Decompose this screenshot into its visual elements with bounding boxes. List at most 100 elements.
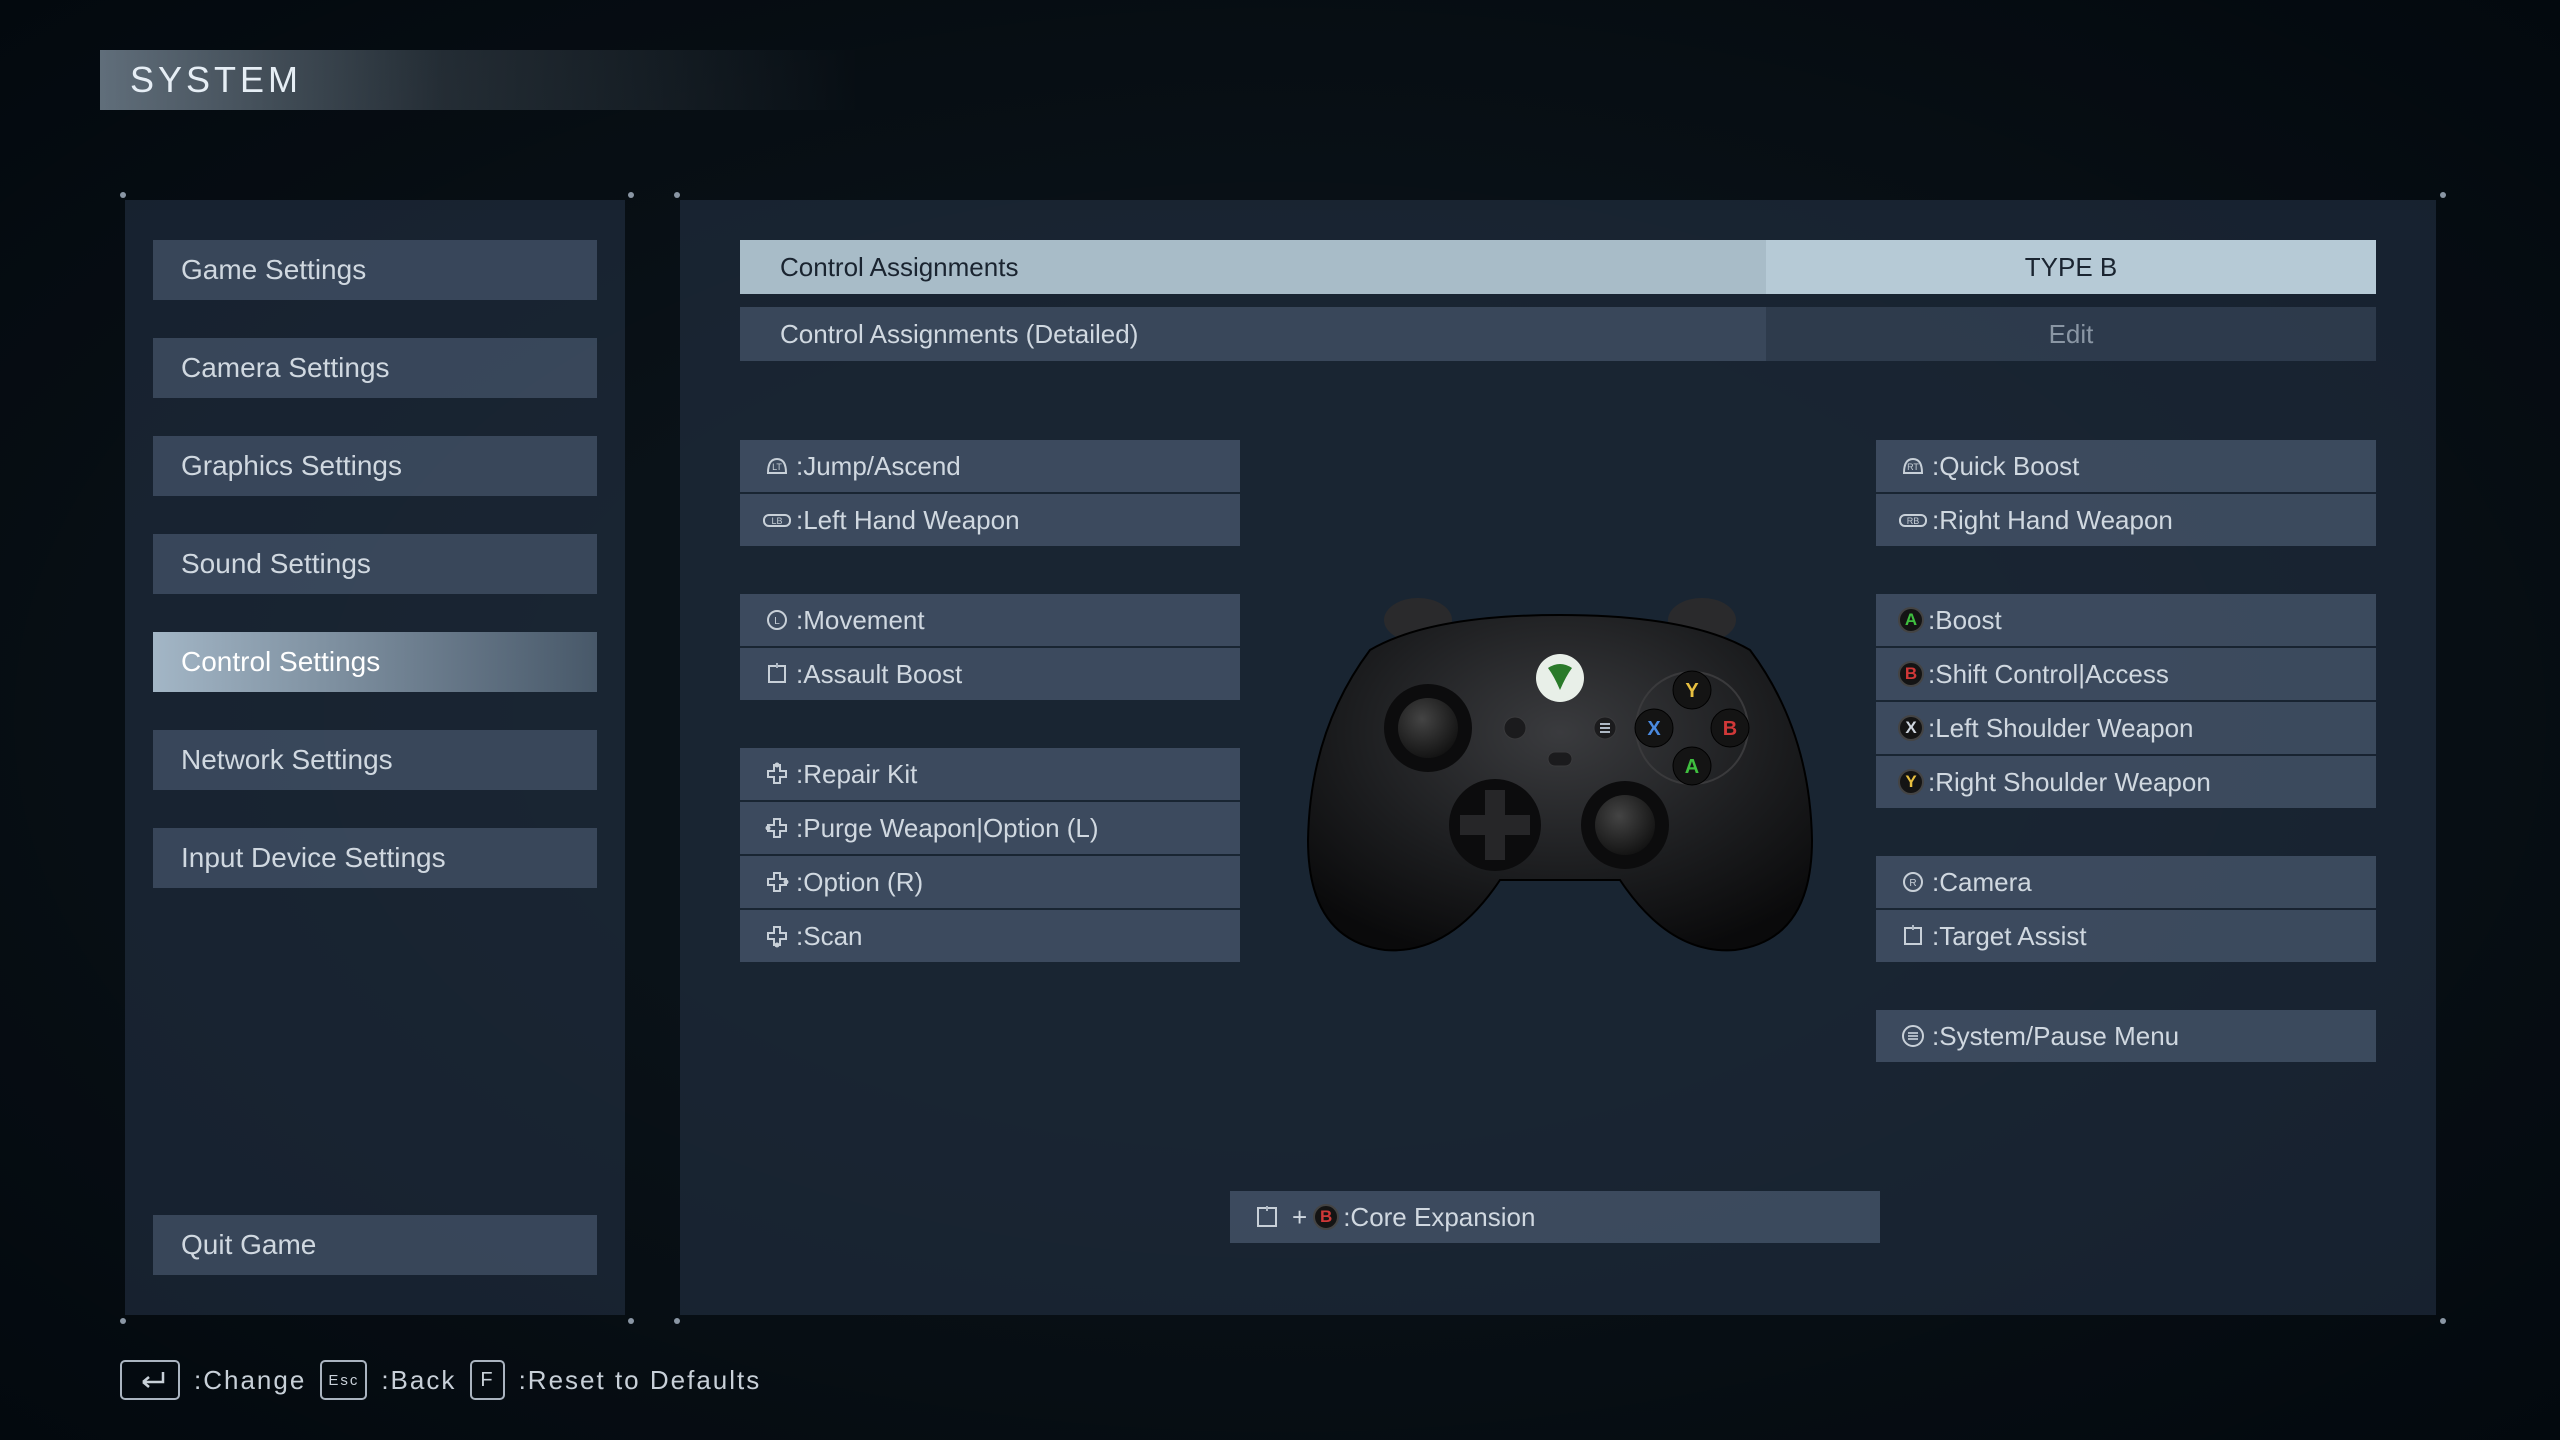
ls-icon: L bbox=[762, 605, 792, 635]
quit-game-label: Quit Game bbox=[181, 1229, 316, 1261]
sidebar-item-label: Sound Settings bbox=[181, 548, 371, 580]
sidebar-item-label: Input Device Settings bbox=[181, 842, 446, 874]
dpad-up-icon bbox=[762, 759, 792, 789]
binding-label: :Target Assist bbox=[1932, 921, 2087, 952]
binding-left-hand-weapon: LB :Left Hand Weapon bbox=[740, 494, 1240, 546]
sidebar-item-label: Network Settings bbox=[181, 744, 393, 776]
hint-reset: :Reset to Defaults bbox=[519, 1365, 762, 1396]
binding-movement: L :Movement bbox=[740, 594, 1240, 646]
main-panel: Control Assignments TYPE B Control Assig… bbox=[680, 200, 2436, 1315]
dpad-left-icon bbox=[762, 813, 792, 843]
svg-text:LB: LB bbox=[771, 516, 782, 526]
sidebar-item-graphics-settings[interactable]: Graphics Settings bbox=[153, 436, 597, 496]
binding-shift-control-access: B:Shift Control|Access bbox=[1876, 648, 2376, 700]
sidebar-item-input-device-settings[interactable]: Input Device Settings bbox=[153, 828, 597, 888]
enter-key-icon bbox=[120, 1360, 180, 1400]
sidebar-item-label: Game Settings bbox=[181, 254, 366, 286]
binding-left-shoulder-weapon: X:Left Shoulder Weapon bbox=[1876, 702, 2376, 754]
sidebar-item-game-settings[interactable]: Game Settings bbox=[153, 240, 597, 300]
control-assignments-detailed-row[interactable]: Control Assignments (Detailed) Edit bbox=[740, 307, 2376, 361]
esc-key-icon: Esc bbox=[320, 1360, 367, 1400]
dpad-down-icon bbox=[762, 921, 792, 951]
controller-diagram: Y A X B LT:Jump/AscendLB:Left Hand Weapo… bbox=[740, 440, 2376, 1285]
svg-text:R: R bbox=[1909, 878, 1916, 889]
control-assignments-detailed-value: Edit bbox=[2049, 319, 2094, 350]
page-title: SYSTEM bbox=[130, 59, 302, 101]
rb-icon: RB bbox=[1898, 505, 1928, 535]
binding-right-hand-weapon: RB :Right Hand Weapon bbox=[1876, 494, 2376, 546]
sidebar-item-control-settings[interactable]: Control Settings bbox=[153, 632, 597, 692]
controller-image: Y A X B bbox=[1290, 580, 1830, 960]
svg-text:LT: LT bbox=[772, 462, 782, 472]
r3-icon bbox=[1898, 921, 1928, 951]
sidebar: Game Settings Camera Settings Graphics Set… bbox=[125, 200, 625, 1315]
rs-icon: R bbox=[1898, 867, 1928, 897]
b-icon: B bbox=[1898, 661, 1924, 687]
svg-text:Y: Y bbox=[1685, 680, 1699, 702]
binding-right-shoulder-weapon: Y:Right Shoulder Weapon bbox=[1876, 756, 2376, 808]
binding-repair-kit: :Repair Kit bbox=[740, 748, 1240, 800]
binding-label: :Left Hand Weapon bbox=[796, 505, 1020, 536]
quit-game-button[interactable]: Quit Game bbox=[153, 1215, 597, 1275]
a-icon: A bbox=[1898, 607, 1924, 633]
control-assignments-label: Control Assignments bbox=[780, 252, 1018, 283]
svg-text:RB: RB bbox=[1907, 516, 1920, 526]
binding-boost: A:Boost bbox=[1876, 594, 2376, 646]
control-assignments-detailed-label: Control Assignments (Detailed) bbox=[780, 319, 1138, 350]
binding-system-pause-menu: :System/Pause Menu bbox=[1876, 1010, 2376, 1062]
l3-icon bbox=[1252, 1202, 1282, 1232]
binding-purge-weapon-option-l: :Purge Weapon|Option (L) bbox=[740, 802, 1240, 854]
x-icon: X bbox=[1898, 715, 1924, 741]
binding-label: :Purge Weapon|Option (L) bbox=[796, 813, 1099, 844]
binding-core-expansion: + B :Core Expansion bbox=[1230, 1191, 1880, 1243]
binding-label: :Movement bbox=[796, 605, 925, 636]
binding-jump-ascend: LT :Jump/Ascend bbox=[740, 440, 1240, 492]
binding-quick-boost: RT :Quick Boost bbox=[1876, 440, 2376, 492]
f-key-icon: F bbox=[470, 1360, 504, 1400]
sidebar-item-camera-settings[interactable]: Camera Settings bbox=[153, 338, 597, 398]
control-assignments-value: TYPE B bbox=[2025, 252, 2117, 283]
dpad-right-icon bbox=[762, 867, 792, 897]
sidebar-item-sound-settings[interactable]: Sound Settings bbox=[153, 534, 597, 594]
b-button-icon: B bbox=[1313, 1204, 1339, 1230]
control-assignments-row[interactable]: Control Assignments TYPE B bbox=[740, 240, 2376, 294]
binding-camera: R :Camera bbox=[1876, 856, 2376, 908]
svg-text:A: A bbox=[1685, 756, 1699, 778]
l3-icon bbox=[762, 659, 792, 689]
binding-label: :Left Shoulder Weapon bbox=[1928, 713, 2193, 744]
binding-scan: :Scan bbox=[740, 910, 1240, 962]
rt-icon: RT bbox=[1898, 451, 1928, 481]
binding-label: :Quick Boost bbox=[1932, 451, 2079, 482]
sidebar-item-label: Camera Settings bbox=[181, 352, 390, 384]
binding-label: :System/Pause Menu bbox=[1932, 1021, 2179, 1052]
binding-assault-boost: :Assault Boost bbox=[740, 648, 1240, 700]
sidebar-item-label: Control Settings bbox=[181, 646, 380, 678]
sidebar-item-label: Graphics Settings bbox=[181, 450, 402, 482]
binding-label: :Option (R) bbox=[796, 867, 923, 898]
lb-icon: LB bbox=[762, 505, 792, 535]
svg-text:L: L bbox=[774, 616, 780, 627]
binding-label: :Assault Boost bbox=[796, 659, 962, 690]
binding-label: :Boost bbox=[1928, 605, 2002, 636]
y-icon: Y bbox=[1898, 769, 1924, 795]
binding-option-r: :Option (R) bbox=[740, 856, 1240, 908]
svg-text:RT: RT bbox=[1907, 462, 1919, 472]
binding-label: :Right Hand Weapon bbox=[1932, 505, 2173, 536]
hint-change: :Change bbox=[194, 1365, 306, 1396]
page-header: SYSTEM bbox=[100, 50, 860, 110]
binding-label: :Repair Kit bbox=[796, 759, 917, 790]
binding-label: :Right Shoulder Weapon bbox=[1928, 767, 2211, 798]
svg-text:X: X bbox=[1647, 718, 1661, 740]
binding-core-expansion-label: :Core Expansion bbox=[1343, 1202, 1535, 1233]
footer-hints: :Change Esc :Back F :Reset to Defaults bbox=[120, 1360, 761, 1400]
binding-label: :Camera bbox=[1932, 867, 2032, 898]
binding-label: :Jump/Ascend bbox=[796, 451, 961, 482]
lt-icon: LT bbox=[762, 451, 792, 481]
binding-target-assist: :Target Assist bbox=[1876, 910, 2376, 962]
menu-icon bbox=[1898, 1021, 1928, 1051]
binding-label: :Scan bbox=[796, 921, 863, 952]
sidebar-item-network-settings[interactable]: Network Settings bbox=[153, 730, 597, 790]
binding-label: :Shift Control|Access bbox=[1928, 659, 2169, 690]
hint-back: :Back bbox=[381, 1365, 456, 1396]
svg-text:B: B bbox=[1723, 718, 1737, 740]
